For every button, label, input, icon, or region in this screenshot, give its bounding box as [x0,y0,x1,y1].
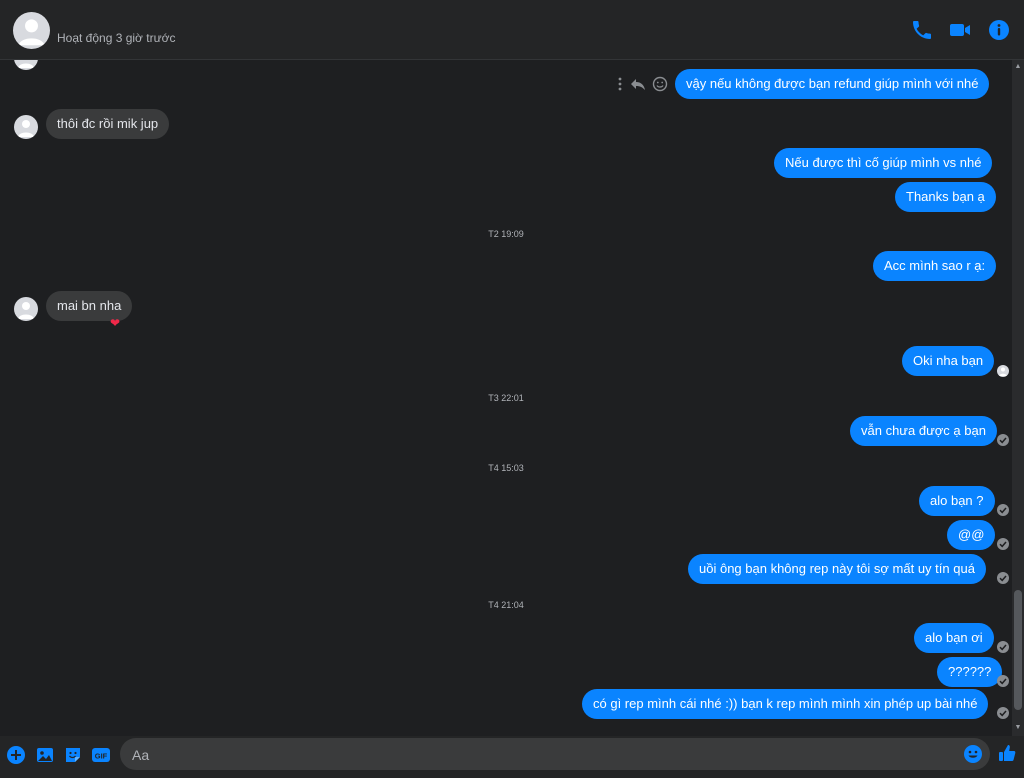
contact-avatar-small [14,60,38,70]
scroll-thumb[interactable] [1014,590,1022,710]
scroll-down-arrow-icon[interactable]: ▼ [1014,724,1022,732]
message-bubble-out[interactable]: vẫn chưa được ạ bạn [850,416,997,446]
message-bubble-out[interactable]: uồi ông bạn không rep này tôi sợ mất uy … [688,554,986,584]
message-bubble-out[interactable]: @@ [947,520,996,550]
reply-icon[interactable] [630,76,646,92]
scroll-up-arrow-icon[interactable]: ▲ [1014,63,1022,71]
gif-icon[interactable]: GIF [91,745,111,765]
message-bubble-out[interactable]: vậy nếu không được bạn refund giúp mình … [675,69,990,99]
message-bubble-out[interactable]: alo bạn ? [919,486,995,516]
message-list: vậy nếu không được bạn refund giúp mình … [0,60,1012,736]
sent-check-icon [997,572,1009,584]
sent-check-icon [997,707,1009,719]
contact-avatar-small [14,115,38,139]
sticker-icon[interactable] [63,745,83,765]
sent-check-icon [997,675,1009,687]
message-bubble-out[interactable]: ?????? [937,657,1003,687]
seen-avatar [997,365,1009,377]
sent-check-icon [997,641,1009,653]
image-icon[interactable] [35,745,55,765]
message-bubble-out[interactable]: alo bạn ơi [914,623,994,653]
sent-check-icon [997,434,1009,446]
react-icon[interactable] [652,76,668,92]
composer-bar: GIF [0,736,1024,778]
sent-check-icon [997,504,1009,516]
sent-check-icon [997,538,1009,550]
message-bubble-out[interactable]: Oki nha bạn [902,346,995,376]
message-bubble-out[interactable]: có gì rep mình cái nhé :)) bạn k rep mìn… [582,689,989,719]
scrollbar[interactable]: ▲ ▼ [1012,60,1024,736]
message-bubble-out[interactable]: Thanks bạn ạ [895,182,996,212]
more-options-icon[interactable] [612,76,628,92]
message-bubble-out[interactable]: Nếu được thì cố giúp mình vs nhé [774,148,993,178]
contact-avatar[interactable] [13,12,50,49]
timestamp-divider: T4 15:03 [488,463,524,473]
like-icon[interactable] [997,743,1017,763]
chat-header: Hoạt động 3 giờ trước [0,0,1024,60]
timestamp-divider: T4 21:04 [488,600,524,610]
message-input-box[interactable] [120,738,990,772]
contact-avatar-small [14,297,38,321]
plus-icon[interactable] [6,745,26,765]
message-bubble-out[interactable]: Acc mình sao r ạ: [873,251,997,281]
timestamp-divider: T3 22:01 [488,393,524,403]
video-icon[interactable] [948,18,972,42]
message-input[interactable] [130,738,954,772]
phone-icon[interactable] [910,18,934,42]
message-bubble-in[interactable]: thôi đc rồi mik jup [46,109,170,139]
activity-status: Hoạt động 3 giờ trước [57,31,176,45]
heart-reaction-icon[interactable]: ❤ [110,316,120,330]
svg-text:GIF: GIF [95,752,108,761]
timestamp-divider: T2 19:09 [488,229,524,239]
info-icon[interactable] [987,18,1011,42]
emoji-icon[interactable] [963,744,983,764]
